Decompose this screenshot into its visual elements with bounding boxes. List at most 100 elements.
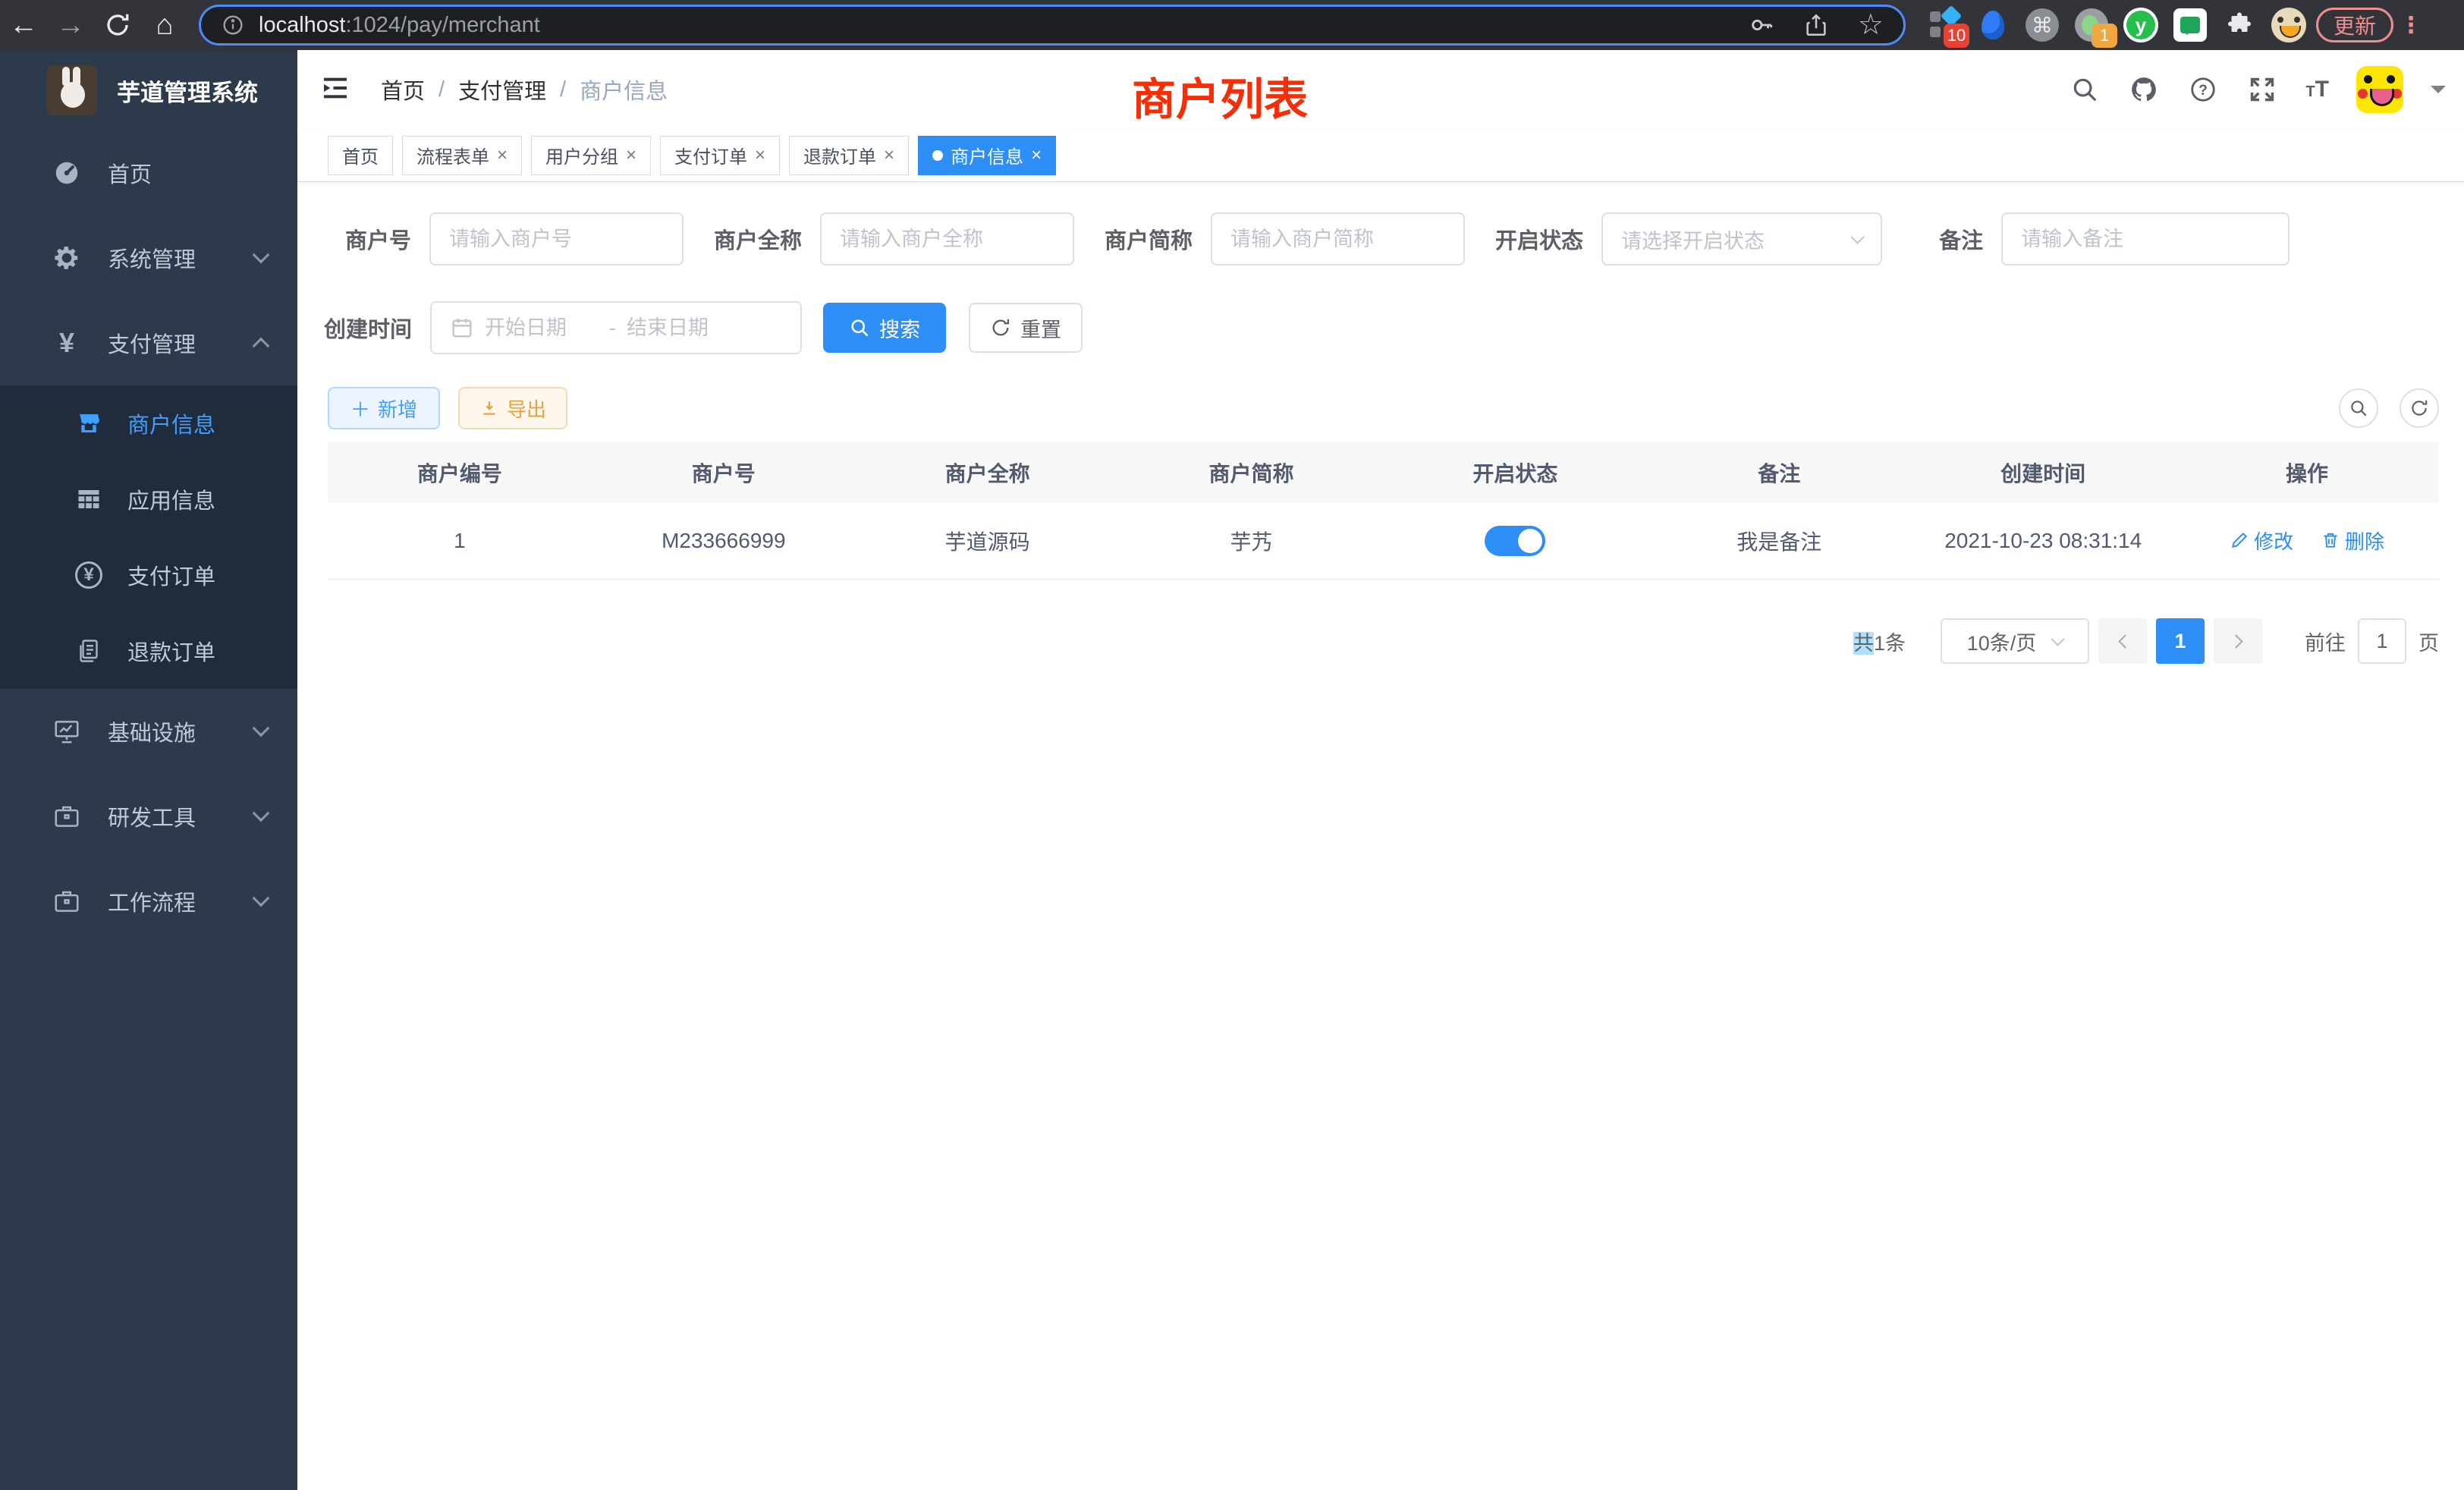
sidebar-collapse-button[interactable] — [320, 73, 354, 106]
show-search-toggle-button[interactable] — [2339, 388, 2378, 428]
refresh-icon — [990, 317, 1011, 338]
refresh-table-button[interactable] — [2400, 388, 2439, 428]
refresh-icon — [2409, 398, 2429, 418]
extension-grid[interactable]: 10 — [1924, 5, 1963, 45]
chrome-update-button[interactable]: 更新 — [2316, 8, 2393, 42]
fullscreen-icon — [2248, 75, 2277, 104]
browser-toolbar: ← → ⌂ localhost:1024/pay/merchant ☆ 10 ⌘… — [0, 0, 2464, 50]
status-toggle[interactable] — [1485, 526, 1545, 556]
search-icon — [2070, 75, 2099, 104]
full-name-input[interactable] — [840, 228, 1054, 251]
close-icon[interactable]: × — [1031, 146, 1042, 165]
chevron-down-icon — [2051, 632, 2065, 646]
chevron-down-icon — [253, 805, 270, 822]
monitor-chart-icon — [50, 715, 83, 748]
sidebar-item-infrastructure[interactable]: 基础设施 — [0, 689, 297, 774]
github-link[interactable] — [2128, 74, 2160, 105]
reset-button[interactable]: 重置 — [969, 303, 1083, 353]
extension-chat[interactable] — [2170, 5, 2210, 45]
table-grid-icon — [73, 483, 105, 515]
help-button[interactable]: ? — [2187, 74, 2219, 105]
browser-back-button[interactable]: ← — [0, 2, 47, 49]
tab-process-form[interactable]: 流程表单× — [402, 136, 522, 175]
password-key-icon[interactable] — [1749, 12, 1774, 38]
col-merchant-no: 商户号 — [592, 442, 856, 503]
tab-merchant-info[interactable]: 商户信息× — [918, 136, 1056, 175]
sidebar-item-label: 工作流程 — [108, 885, 255, 917]
plus-icon: ＋ — [350, 395, 370, 423]
breadcrumb-payment[interactable]: 支付管理 — [458, 74, 546, 105]
extension-egg[interactable]: 1 — [2072, 5, 2111, 45]
extension-y[interactable]: y — [2121, 5, 2161, 45]
delete-link[interactable]: 删除 — [2321, 527, 2384, 555]
tab-user-group[interactable]: 用户分组× — [531, 136, 651, 175]
sidebar-item-pay-order[interactable]: ¥ 支付订单 — [0, 537, 297, 613]
date-range-picker[interactable]: - — [430, 301, 802, 354]
extensions-menu-button[interactable] — [2220, 5, 2259, 45]
browser-menu-button[interactable]: ⋮ — [2400, 12, 2422, 39]
chevron-down-icon — [253, 247, 270, 264]
profile-avatar[interactable] — [2269, 5, 2308, 45]
sidebar-item-home[interactable]: 首页 — [0, 130, 297, 215]
date-range-separator: - — [609, 316, 616, 340]
col-create-time: 创建时间 — [1911, 442, 2175, 503]
browser-forward-button[interactable]: → — [47, 2, 94, 49]
font-size-button[interactable]: TT — [2305, 77, 2329, 102]
page-info-icon[interactable] — [221, 13, 245, 37]
page-size-select[interactable]: 10条/页 — [1941, 618, 2089, 664]
close-icon[interactable]: × — [497, 146, 508, 165]
user-menu-caret-icon[interactable] — [2431, 86, 2446, 101]
export-button[interactable]: 导出 — [458, 387, 567, 429]
next-page-icon — [2229, 634, 2242, 648]
close-icon[interactable]: × — [884, 146, 894, 165]
sidebar-item-dev-tools[interactable]: 研发工具 — [0, 774, 297, 859]
goto-page-input[interactable] — [2358, 618, 2406, 664]
command-icon: ⌘ — [2026, 8, 2059, 42]
rabbit-logo-icon — [47, 65, 97, 115]
tab-pay-order[interactable]: 支付订单× — [660, 136, 780, 175]
merchant-table: 商户编号 商户号 商户全称 商户简称 开启状态 备注 创建时间 操作 1 M23… — [328, 442, 2439, 580]
share-icon[interactable] — [1803, 12, 1829, 38]
merchant-no-input[interactable] — [449, 228, 664, 251]
yen-icon: ¥ — [50, 326, 83, 360]
sidebar-item-app-info[interactable]: 应用信息 — [0, 461, 297, 537]
bookmark-star-icon[interactable]: ☆ — [1858, 11, 1884, 39]
cell-create-time: 2021-10-23 08:31:14 — [1911, 503, 2175, 579]
user-avatar[interactable] — [2356, 66, 2403, 113]
sidebar-item-label: 应用信息 — [127, 483, 215, 515]
start-date-input[interactable] — [485, 316, 599, 340]
sidebar-item-workflow[interactable]: 工作流程 — [0, 859, 297, 944]
sidebar-item-merchant-info[interactable]: 商户信息 — [0, 385, 297, 461]
extension-command[interactable]: ⌘ — [2022, 5, 2062, 45]
pagination-total: 共1条 — [1853, 627, 1906, 656]
search-button[interactable]: 搜索 — [823, 303, 946, 353]
fullscreen-button[interactable] — [2246, 74, 2278, 105]
close-icon[interactable]: × — [755, 146, 765, 165]
status-select[interactable]: 请选择开启状态 — [1601, 212, 1882, 266]
sidebar-logo[interactable]: 芋道管理系统 — [0, 50, 297, 130]
sidebar-item-payment[interactable]: ¥ 支付管理 — [0, 300, 297, 385]
tab-home[interactable]: 首页 — [328, 136, 393, 175]
browser-reload-button[interactable] — [94, 2, 141, 49]
address-bar[interactable]: localhost:1024/pay/merchant ☆ — [199, 5, 1906, 46]
next-page-button[interactable] — [2214, 618, 2262, 664]
storefront-icon — [73, 407, 105, 439]
page-unit-label: 页 — [2418, 627, 2439, 656]
remark-input[interactable] — [2021, 228, 2270, 251]
header-search-button[interactable] — [2069, 74, 2101, 105]
breadcrumb-home[interactable]: 首页 — [381, 74, 425, 105]
sidebar-item-refund-order[interactable]: 退款订单 — [0, 613, 297, 689]
prev-page-button[interactable] — [2098, 618, 2147, 664]
close-icon[interactable]: × — [626, 146, 636, 165]
sidebar-item-system[interactable]: 系统管理 — [0, 215, 297, 300]
add-button[interactable]: ＋ 新增 — [328, 387, 440, 429]
tab-refund-order[interactable]: 退款订单× — [789, 136, 909, 175]
end-date-input[interactable] — [627, 316, 740, 340]
browser-home-button[interactable]: ⌂ — [141, 2, 188, 49]
extension-gem[interactable] — [1973, 5, 2013, 45]
edit-link[interactable]: 修改 — [2230, 527, 2293, 555]
chevron-up-icon — [253, 338, 270, 355]
breadcrumb: 首页 / 支付管理 / 商户信息 — [381, 74, 668, 105]
short-name-input[interactable] — [1230, 228, 1445, 251]
current-page-button[interactable]: 1 — [2156, 618, 2205, 664]
